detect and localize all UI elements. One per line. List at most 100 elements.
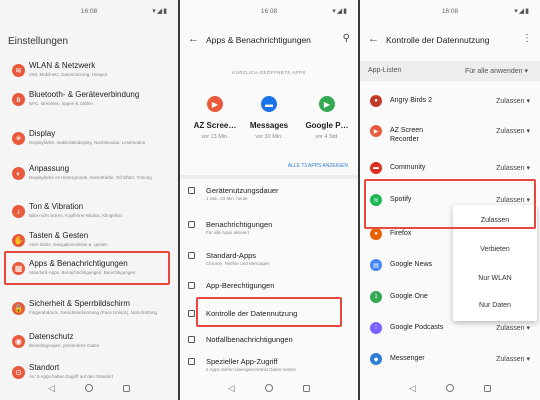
status-icons: ▾◢▮ (514, 8, 530, 15)
menu-item-icon (188, 282, 195, 289)
menu-item[interactable]: Standard-Apps Chrome, Telefon und Message… (180, 251, 358, 273)
permission-dropdown[interactable]: Zulassen ▾ (496, 127, 530, 135)
permission-dropdown[interactable]: Zulassen ▾ (496, 97, 530, 105)
recent-app-time: vor 13 Min. (201, 134, 229, 140)
app-bar: ← Apps & Benachrichtigungen ⚲ (180, 30, 358, 52)
settings-item[interactable]: ☀ Display Displayfarbe, Inaktivitätsdispla… (0, 124, 178, 160)
menu-item-label: Notfallbenachrichtigungen (206, 335, 293, 344)
nav-back-icon[interactable]: ◁ (48, 383, 55, 394)
menu-item-description: 1 Std., 23 Min. heute (206, 196, 248, 201)
menu-item-label: Standard-Apps (206, 251, 257, 260)
app-list-label: App-Listen (368, 67, 402, 74)
app-name: Community (390, 164, 426, 171)
gesture-icon: ✋ (12, 234, 25, 247)
page-title: Einstellungen (8, 36, 69, 47)
recent-app-time: vor 4 Std. (315, 134, 339, 140)
highlight-spotify (364, 179, 536, 229)
menu-item[interactable]: Notfallbenachrichtigungen (180, 335, 358, 357)
settings-item[interactable]: 🔒 Sicherheit & Sperrbildschirm Fingerabdru… (0, 294, 178, 330)
settings-item-label: WLAN & Netzwerk (29, 61, 96, 70)
menu-item-description: Für alle Apps aktiviert (206, 230, 250, 235)
menu-item[interactable]: Benachrichtigungen Für alle Apps aktivier… (180, 220, 358, 242)
dropdown-option[interactable]: Nur WLAN (453, 275, 537, 282)
nav-bar: ◁ (0, 376, 178, 400)
app-row[interactable]: ● Angry Birds 2 Zulassen ▾ (360, 93, 540, 121)
app-row[interactable]: ⁞ Google Podcasts Zulassen ▾ (360, 320, 540, 348)
overflow-menu-icon[interactable]: ⋮ (522, 33, 532, 44)
nav-bar: ◁ (360, 376, 540, 400)
show-all-apps-link[interactable]: ALLE 73 APPS ANZEIGEN (288, 163, 348, 169)
apps-notifications-screen: 16:08 ▾◢▮ ← Apps & Benachrichtigungen ⚲ … (180, 0, 358, 400)
settings-item-description: Berechtigungen, persönliche Daten (29, 343, 100, 348)
back-arrow-icon[interactable]: ← (188, 33, 199, 45)
permission-dropdown[interactable]: Zulassen ▾ (496, 355, 530, 363)
nav-back-icon[interactable]: ◁ (409, 383, 416, 394)
nav-recents-icon[interactable] (302, 384, 310, 392)
nav-back-icon[interactable]: ◁ (228, 383, 235, 394)
recent-app[interactable]: ▬ Messages vor 30 Min. (240, 96, 298, 140)
settings-item-label: Standort (29, 363, 60, 372)
permission-dropdown[interactable]: Zulassen ▾ (496, 164, 530, 172)
menu-item-label: Spezieller App-Zugriff (206, 357, 278, 366)
menu-item-icon (188, 358, 195, 365)
search-icon[interactable]: ⚲ (343, 33, 350, 44)
menu-item-icon (188, 221, 195, 228)
nav-home-icon[interactable] (84, 384, 93, 392)
palette-icon: ◐ (12, 167, 25, 180)
page-title: Apps & Benachrichtigungen (206, 35, 311, 45)
apply-all-dropdown[interactable]: Für alle anwenden ▾ (465, 67, 528, 75)
app-bar: ← Kontrolle der Datennutzung ⋮ (360, 30, 540, 52)
app-name: AZ Screen Recorder (390, 127, 424, 143)
back-arrow-icon[interactable]: ← (368, 33, 379, 45)
settings-item-label: Bluetooth- & Geräteverbindung (29, 90, 140, 99)
settings-item-label: Sicherheit & Sperrbildschirm (29, 299, 130, 308)
app-name: Messenger (390, 355, 425, 362)
menu-item-icon (188, 187, 195, 194)
settings-item-label: Tasten & Gesten (29, 231, 89, 240)
dropdown-option[interactable]: Nur Daten (453, 302, 537, 309)
page-title: Kontrolle der Datennutzung (386, 35, 490, 45)
menu-item-description: Chrome, Telefon und Messages (206, 261, 270, 266)
app-row[interactable]: ▶ AZ Screen Recorder Zulassen ▾ (360, 123, 540, 151)
settings-item-description: Displayfarbe im Hintergründe, Akzentfarb… (29, 175, 152, 180)
settings-item-label: Display (29, 129, 56, 138)
settings-item-label: Datenschutz (29, 332, 74, 341)
settings-item-description: Bitte nicht stören, Kopfhörer-Modus, Kli… (29, 213, 123, 218)
messenger-icon: ◆ (370, 353, 382, 365)
app-name: Google Podcasts (390, 324, 444, 331)
highlight-apps-notifications (4, 251, 170, 285)
recent-app-name: AZ Scree… (193, 121, 237, 130)
settings-item-label: Anpassung (29, 164, 70, 173)
settings-item[interactable]: ʙ Bluetooth- & Geräteverbindung NFC, strea… (0, 85, 178, 121)
settings-item-description: Displayfarbe, Inaktivitätsdisplay, Nacht… (29, 140, 145, 145)
nav-home-icon[interactable] (264, 384, 273, 392)
play-store-icon: ▶ (319, 96, 335, 112)
community-icon: ▬ (370, 162, 382, 174)
display-icon: ☀ (12, 132, 25, 145)
menu-item-icon (188, 310, 195, 317)
nav-recents-icon[interactable] (122, 384, 130, 392)
status-bar: 16:08 ▾◢▮ (360, 0, 540, 22)
permission-dropdown[interactable]: Zulassen ▾ (496, 324, 530, 332)
bluetooth-icon: ʙ (12, 93, 25, 106)
privacy-icon: ◉ (12, 335, 25, 348)
angry-birds-icon: ● (370, 95, 382, 107)
recent-app-name: Google P… (305, 121, 349, 130)
google-news-icon: ▤ (370, 259, 382, 271)
status-icons: ▾◢▮ (152, 8, 168, 15)
nav-recents-icon[interactable] (483, 384, 491, 392)
menu-item[interactable]: Gerätenutzungsdauer 1 Std., 23 Min. heute (180, 186, 358, 208)
settings-item-description: Alert Slider, Navigationsleiste & -geste… (29, 242, 108, 247)
recent-app[interactable]: ▶ Google P… vor 4 Std. (298, 96, 356, 140)
app-row[interactable]: ◆ Messenger Zulassen ▾ (360, 351, 540, 379)
recent-app[interactable]: ▶ AZ Scree… vor 13 Min. (186, 96, 244, 140)
dropdown-option[interactable]: Verbieten (453, 246, 537, 253)
settings-item-description: Fingerabdruck, Gesichtserkennung (Face U… (29, 310, 158, 315)
app-name: Angry Birds 2 (390, 97, 433, 104)
app-list-header: App-Listen Für alle anwenden ▾ (360, 61, 540, 81)
settings-item[interactable]: ◐ Anpassung Displayfarbe im Hintergründe, … (0, 159, 178, 195)
menu-item-label: Benachrichtigungen (206, 220, 273, 229)
wifi-icon: ≋ (12, 64, 25, 77)
sound-icon: ♪ (12, 205, 25, 218)
nav-home-icon[interactable] (445, 384, 454, 392)
